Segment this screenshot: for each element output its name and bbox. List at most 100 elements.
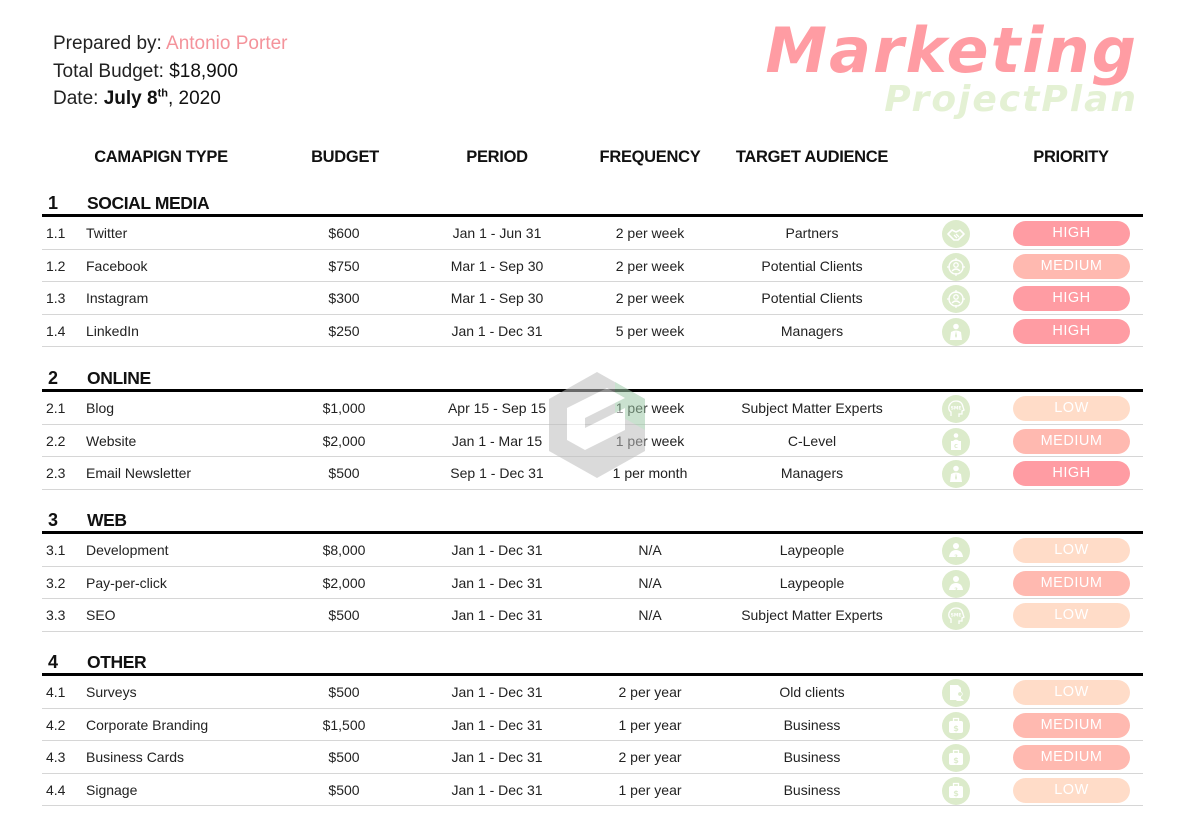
document-meta: Prepared by: Antonio Porter Total Budget… [53,30,288,113]
budget-cell: $500 [328,684,360,700]
prepared-by-value: Antonio Porter [166,33,288,54]
table-row[interactable]: 3.2 Pay-per-click $2,000 Jan 1 - Dec 31 N/A L… [42,567,1143,599]
row-number: 3.1 [46,542,66,558]
period-cell: Mar 1 - Sep 30 [450,290,544,306]
campaign-name: Facebook [86,257,148,274]
row-number: 1.1 [46,225,66,241]
target-audience-cell: Subject Matter Experts [741,400,883,416]
column-header-target-audience: TARGET AUDIENCE [735,148,889,166]
budget-cell: $600 [328,225,360,241]
row-number: 2.1 [46,400,66,416]
table-row[interactable]: 1.1 Twitter $600 Jan 1 - Jun 31 2 per week Pa… [42,217,1143,250]
priority-badge: LOW [1013,396,1130,421]
target-audience-cell: C-Level [787,432,837,449]
total-budget-line: Total Budget: $18,900 [53,58,288,86]
target-audience-cell: Business [783,716,841,733]
priority-badge: MEDIUM [1013,428,1130,454]
person-question-icon: ? [942,537,970,565]
document-person-icon [942,679,970,707]
row-number: 1.3 [46,290,66,306]
row-number: 4.3 [46,749,66,765]
section-name: SOCIAL MEDIA [87,193,210,213]
watermark-logo-icon [549,372,645,478]
date-month-day: July 8 [103,88,158,109]
section-header: 1 SOCIAL MEDIA [42,189,1143,217]
budget-cell: $750 [328,257,360,274]
period-cell: Sep 1 - Dec 31 [450,465,544,481]
table-row[interactable]: 4.2 Corporate Branding $1,500 Jan 1 - Dec 3… [42,709,1143,741]
priority-badge: MEDIUM [1013,712,1130,738]
svg-text:C: C [954,444,958,450]
table-row[interactable]: 4.3 Business Cards $500 Jan 1 - Dec 31 2 per… [42,741,1143,774]
section-name: ONLINE [87,368,151,388]
row-number: 3.3 [46,607,66,623]
svg-text:?: ? [954,587,958,594]
period-cell: Jan 1 - Dec 31 [451,781,543,798]
table-row[interactable]: 1.4 LinkedIn $250 Jan 1 - Dec 31 5 per week M… [42,315,1143,347]
frequency-cell: 2 per week [615,290,685,306]
campaign-name: Surveys [86,684,137,700]
period-cell: Jan 1 - Jun 31 [452,225,542,241]
money-briefcase-icon: $ [942,776,970,805]
frequency-cell: N/A [638,574,662,591]
money-briefcase-icon: $ [942,711,970,740]
column-header-campaign-type: CAMAPIGN TYPE [94,148,228,166]
priority-badge: LOW [1013,680,1130,705]
date-suffix: th [157,87,168,100]
budget-cell: $500 [328,749,360,765]
sme-head-icon: SME [942,395,970,423]
target-audience-cell: Potential Clients [761,257,863,274]
section-number: 3 [48,510,59,530]
budget-cell: $8,000 [322,542,366,558]
priority-badge: HIGH [1013,221,1130,246]
period-cell: Apr 15 - Sep 15 [447,400,547,416]
table-row[interactable]: 4.1 Surveys $500 Jan 1 - Dec 31 2 per year Ol… [42,676,1143,709]
priority-badge: MEDIUM [1013,253,1130,279]
section-number: 2 [48,368,59,388]
budget-cell: $2,000 [322,432,366,449]
podium-speaker-icon: C [942,427,970,456]
target-audience-cell: Managers [780,322,844,339]
budget-cell: $500 [328,781,360,798]
table-row[interactable]: 3.1 Development $8,000 Jan 1 - Dec 31 N/A Lay… [42,534,1143,567]
prepared-by-line: Prepared by: Antonio Porter [53,30,288,58]
table-row[interactable]: 3.3 SEO $500 Jan 1 - Dec 31 N/A Subject Matte… [42,599,1143,632]
section-social-media: 1 SOCIAL MEDIA 1.1 Twitter $600 Jan 1 - Jun 3… [42,189,1143,347]
document-title: Marketing ProjectPlan [765,14,1138,118]
priority-badge: LOW [1013,538,1130,563]
section-number: 1 [48,193,59,213]
target-audience-cell: Partners [785,225,839,241]
budget-cell: $250 [328,322,360,339]
table-row[interactable]: 1.2 Facebook $750 Mar 1 - Sep 30 2 per week P… [42,250,1143,282]
target-audience-cell: Laypeople [779,574,845,591]
target-audience-cell: Subject Matter Experts [741,607,883,623]
frequency-cell: 2 per year [618,684,682,700]
column-header-priority: PRIORITY [1033,148,1109,166]
column-header-frequency: FREQUENCY [599,148,701,166]
table-row[interactable]: 1.3 Instagram $300 Mar 1 - Sep 30 2 per week… [42,282,1143,315]
title-marketing: Marketing [765,14,1138,87]
budget-cell: $500 [328,607,360,623]
section-header: 4 OTHER [42,648,1143,676]
campaign-name: Blog [86,400,115,416]
row-number: 3.2 [46,574,66,591]
prepared-by-label: Prepared by: [53,33,162,54]
period-cell: Mar 1 - Sep 30 [450,257,544,274]
frequency-cell: N/A [638,607,662,623]
period-cell: Jan 1 - Dec 31 [451,607,543,623]
row-number: 1.2 [46,257,66,274]
total-budget-value: $18,900 [169,60,238,82]
period-cell: Jan 1 - Dec 31 [451,322,543,339]
date-label: Date: [53,88,99,109]
target-person-icon [942,285,970,313]
table-row[interactable]: 4.4 Signage $500 Jan 1 - Dec 31 1 per year Bu… [42,774,1143,806]
priority-badge: HIGH [1013,461,1130,486]
priority-badge: LOW [1013,777,1130,803]
target-audience-cell: Potential Clients [761,290,863,306]
target-audience-cell: Business [783,749,841,765]
priority-badge: HIGH [1013,286,1130,311]
priority-badge: LOW [1013,603,1130,628]
target-audience-cell: Business [783,781,841,798]
section-name: WEB [87,510,127,530]
svg-text:$: $ [953,789,959,798]
